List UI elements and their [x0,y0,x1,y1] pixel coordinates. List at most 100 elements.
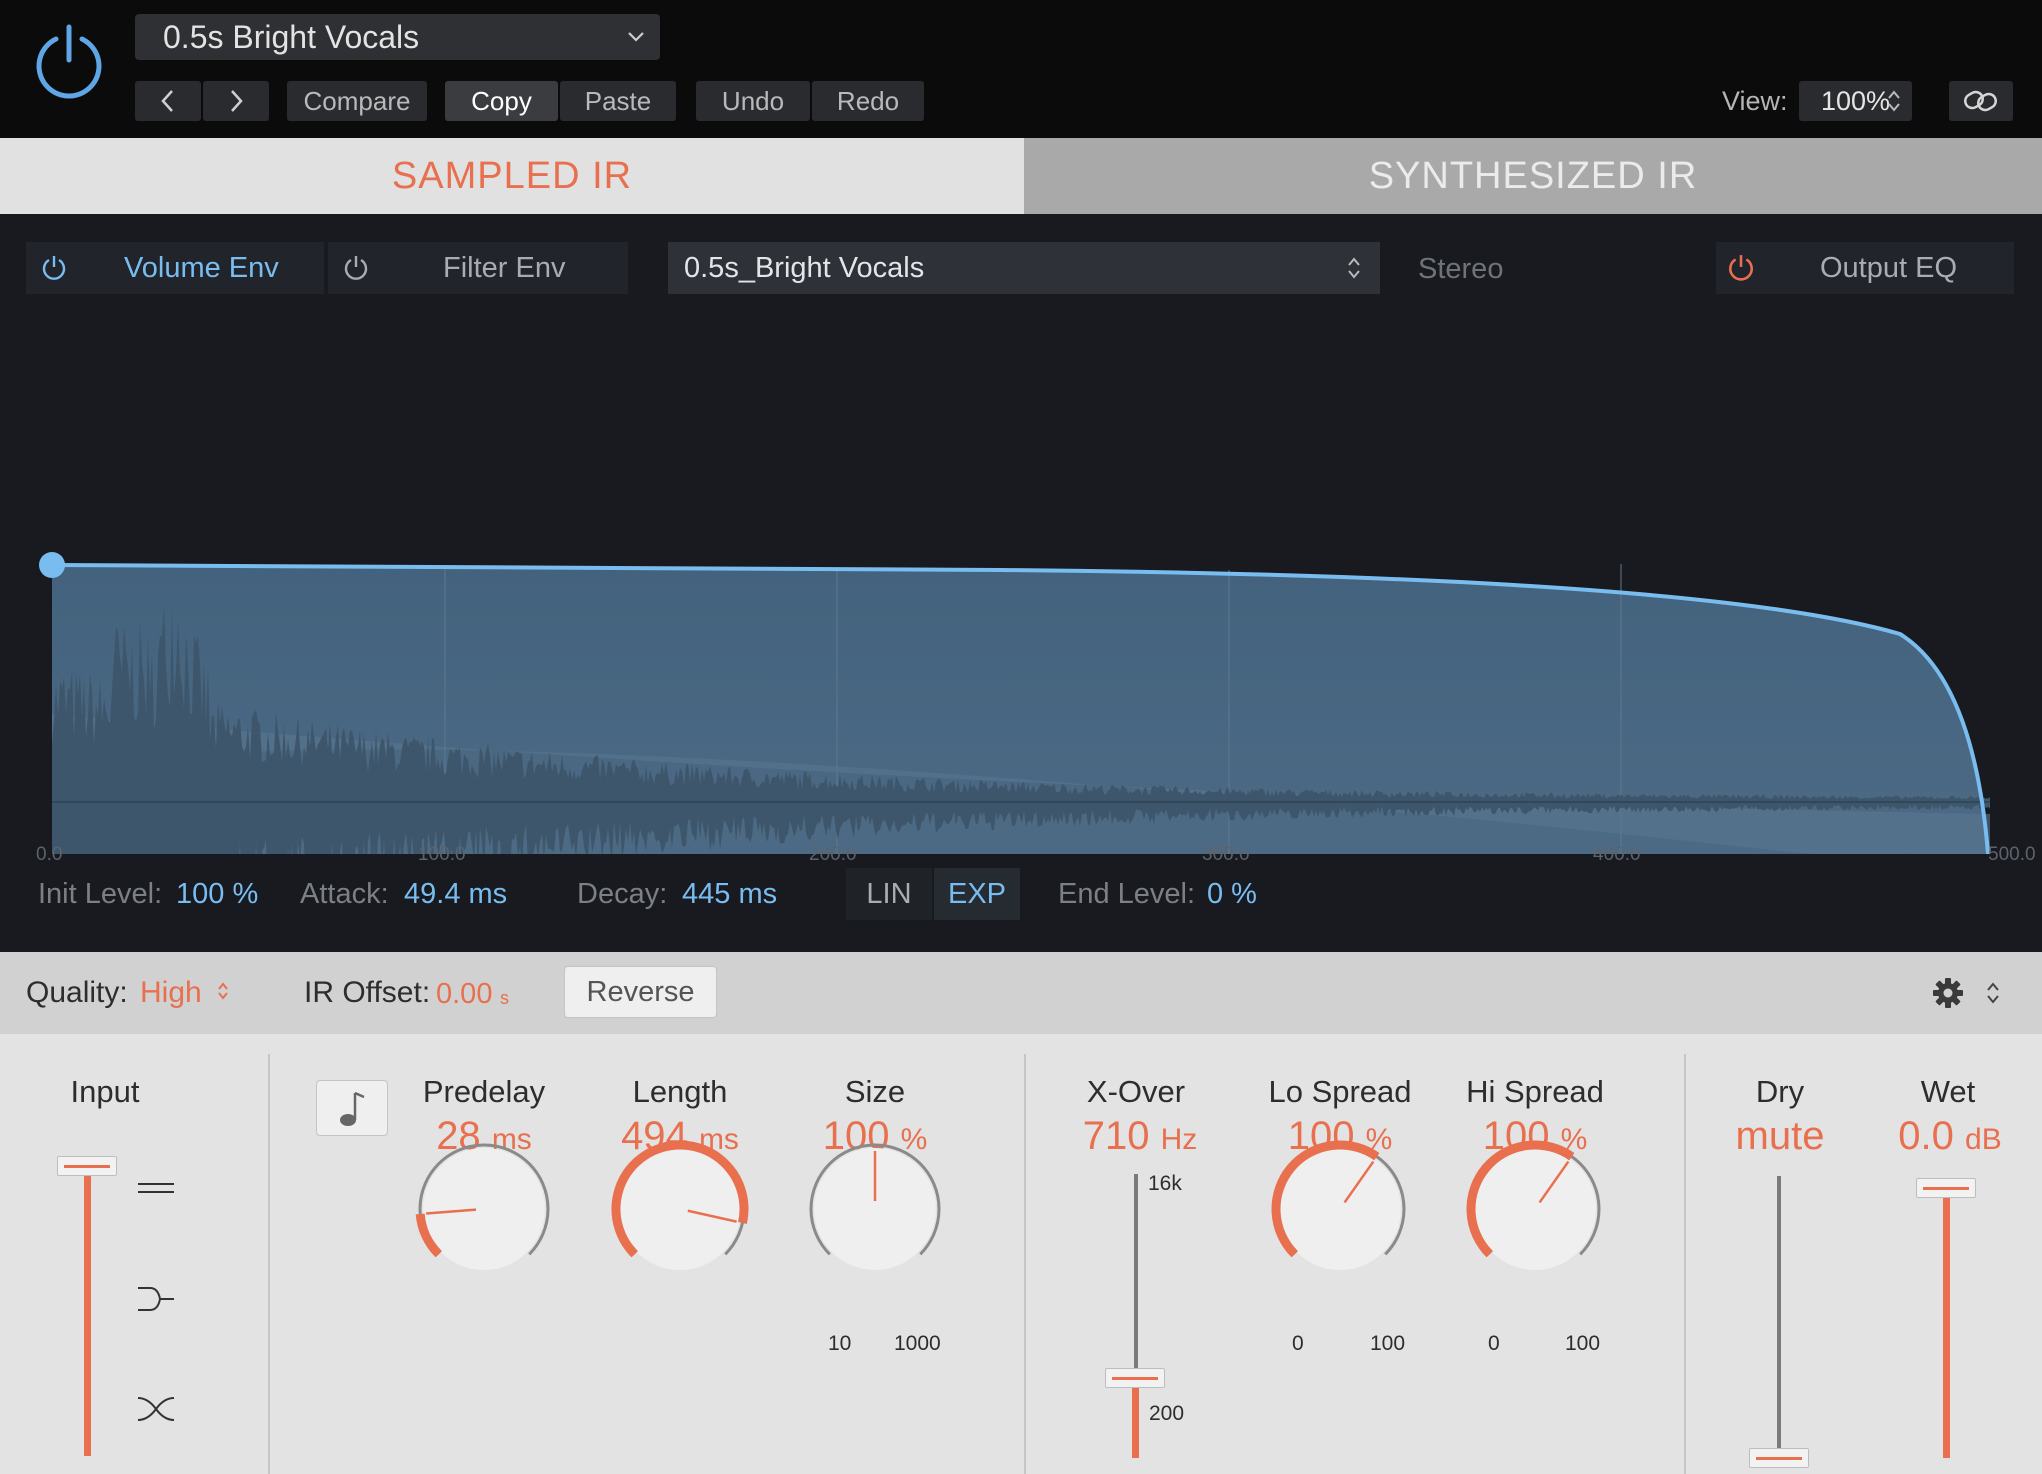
redo-button[interactable]: Redo [812,81,924,121]
compare-button[interactable]: Compare [287,81,427,121]
prev-preset-button[interactable] [135,81,201,121]
link-button[interactable] [1949,81,2013,121]
xover-unit: Hz [1160,1123,1198,1156]
xover-fill [1132,1378,1139,1458]
decay-value[interactable]: 445 ms [682,878,777,911]
fader-handle [1916,1178,1976,1199]
time-tick: 200.0 [809,844,857,865]
preset-dropdown[interactable]: 0.5s Bright Vocals [135,14,660,60]
lo-spread-label: Lo Spread [1268,1074,1412,1109]
size-label: Size [844,1074,906,1109]
output-eq-label: Output EQ [1820,252,1958,284]
hi-spread-knob[interactable] [1460,1134,1610,1284]
filter-env-label: Filter Env [443,252,566,284]
length-label: Length [632,1074,728,1109]
settings-strip: Quality: High IR Offset: 0.00 s Reverse [0,952,2042,1034]
paste-button[interactable]: Paste [560,81,676,121]
size-min: 10 [828,1332,852,1355]
end-level-value[interactable]: 0 % [1207,878,1257,911]
decay-label: Decay: [577,878,668,910]
quality-select[interactable]: High [140,976,230,1010]
plugin-header: 0.5s Bright Vocals Compare Copy Paste Un… [0,0,2042,138]
xover-bottom-label: 200 [1149,1402,1185,1425]
lo-spread-max: 100 [1370,1332,1406,1355]
input-swap-icon[interactable] [136,1394,176,1424]
divider [1024,1054,1026,1474]
input-fader[interactable] [52,1156,122,1462]
hi-spread-min: 0 [1488,1332,1500,1355]
quality-value: High [140,976,202,1009]
lin-button[interactable]: LIN [846,868,932,920]
power-icon[interactable] [30,22,108,100]
ir-file-name: 0.5s_Bright Vocals [684,252,925,284]
tab-synthesized-ir[interactable]: SYNTHESIZED IR [1024,138,2042,214]
tempo-sync-button[interactable] [316,1080,388,1136]
dry-label: Dry [1755,1074,1805,1109]
lo-spread-knob[interactable] [1265,1134,1415,1284]
time-tick: 300.0 [1202,844,1250,865]
ir-offset-unit: s [500,988,509,1008]
init-level-handle [39,552,65,578]
fader-handle [57,1156,117,1176]
predelay-knob[interactable] [409,1134,559,1284]
end-level-label: End Level: [1058,878,1196,910]
updown-icon [1348,257,1360,279]
updown-icon[interactable] [1985,980,2001,1006]
wet-value[interactable]: 0.0 dB [1870,1114,2030,1159]
hi-spread-max: 100 [1565,1332,1601,1355]
time-tick: 100.0 [418,844,466,865]
wet-number: 0.0 [1898,1114,1954,1158]
power-icon [344,256,368,280]
wet-fader[interactable] [1911,1174,1981,1464]
dry-value[interactable]: mute [1720,1114,1840,1159]
ir-waveform-display[interactable] [0,314,2042,854]
gear-icon[interactable] [1931,976,1965,1010]
attack-value[interactable]: 49.4 ms [404,878,507,911]
init-level-label: Init Level: [38,878,163,910]
length-knob[interactable] [605,1134,755,1284]
copy-button[interactable]: Copy [445,81,558,121]
divider [268,1054,270,1474]
ir-file-select[interactable]: 0.5s_Bright Vocals [668,242,1380,294]
divider [1684,1054,1686,1474]
power-icon [1729,255,1753,281]
output-eq-toggle[interactable]: Output EQ [1716,242,2014,294]
ir-editor: Volume Env Filter Env 0.5s_Bright Vocals… [0,214,2042,952]
time-tick: 0.0 [36,844,63,865]
size-max: 1000 [894,1332,941,1355]
lo-spread-min: 0 [1292,1332,1304,1355]
xover-top-label: 16k [1148,1172,1182,1195]
hi-spread-label: Hi Spread [1466,1074,1604,1109]
xover-value[interactable]: 710 Hz [1036,1114,1244,1159]
wet-label: Wet [1920,1074,1976,1109]
tab-sampled-ir[interactable]: SAMPLED IR [0,138,1024,214]
preset-name: 0.5s Bright Vocals [163,19,420,55]
view-zoom-value: 100% [1821,86,1891,116]
dry-fader[interactable] [1745,1176,1815,1468]
ir-offset-value[interactable]: 0.00 [436,978,492,1011]
wet-fill [1943,1188,1950,1458]
controls-panel: Input Predelay 28 ms Length 494 ms Size … [0,1034,2042,1474]
quality-label: Quality: [26,976,128,1009]
chevron-left-icon [161,90,173,112]
next-preset-button[interactable] [203,81,269,121]
init-level-value[interactable]: 100 % [176,878,258,911]
exp-button[interactable]: EXP [934,868,1020,920]
stereo-label[interactable]: Stereo [1418,253,1503,286]
music-note-icon [340,1091,365,1126]
input-merge-icon[interactable] [136,1284,176,1314]
volume-env-label: Volume Env [124,252,279,284]
view-zoom-select[interactable]: 100% [1799,81,1912,121]
xover-label: X-Over [1086,1074,1186,1109]
undo-button[interactable]: Undo [696,81,810,121]
volume-env-toggle[interactable]: Volume Env [26,242,324,294]
filter-env-toggle[interactable]: Filter Env [328,242,628,294]
power-icon [42,256,66,280]
chevron-down-icon [626,26,646,51]
size-knob[interactable] [800,1134,950,1284]
link-icon [1964,90,1997,112]
reverse-button[interactable]: Reverse [564,966,717,1018]
ir-offset-label: IR Offset: [304,976,431,1009]
view-label: View: [1722,86,1788,116]
input-stereo-icon[interactable] [136,1179,176,1199]
